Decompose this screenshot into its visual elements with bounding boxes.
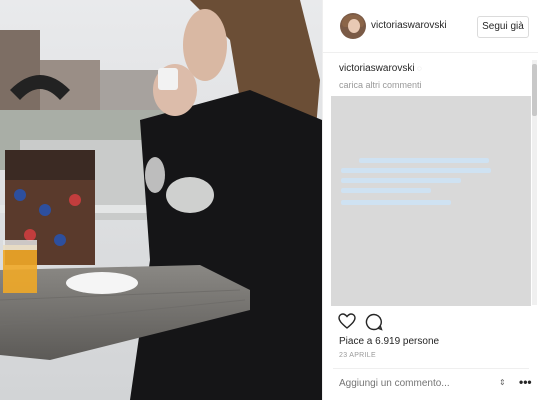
username-link[interactable]: victoriaswarovski [371,20,447,31]
comment-text-line [341,200,451,205]
caption-username[interactable]: victoriaswarovski [339,63,415,74]
scrollbar-thumb[interactable] [532,64,537,116]
post-side-panel: victoriaswarovski Segui già victoriaswar… [322,0,538,400]
avatar[interactable] [340,13,366,39]
more-options-icon[interactable]: ••• [519,375,532,389]
heart-icon[interactable] [338,313,356,329]
comment-text-line [341,178,461,183]
likes-count[interactable]: Piace a 6.919 persone [339,336,439,347]
instagram-post-view: victoriaswarovski Segui già victoriaswar… [0,0,538,400]
comment-text-line [341,168,491,173]
comments-area [331,96,531,306]
comment-text-line [341,188,431,193]
divider [333,368,529,369]
verified-icon: ◌ [417,64,422,73]
post-date: 23 APRILE [339,352,376,359]
follow-button[interactable]: Segui già [477,16,529,38]
add-comment-input[interactable] [339,378,479,389]
post-header: victoriaswarovski Segui già [323,0,538,53]
load-more-comments[interactable]: carica altri commenti [339,80,422,90]
comment-text-line [359,158,489,163]
comment-icon[interactable] [365,313,383,331]
avatar-face [348,19,360,33]
post-image [0,0,322,400]
resize-icon[interactable]: ⇕ [499,378,506,387]
post-photo[interactable] [0,0,322,400]
